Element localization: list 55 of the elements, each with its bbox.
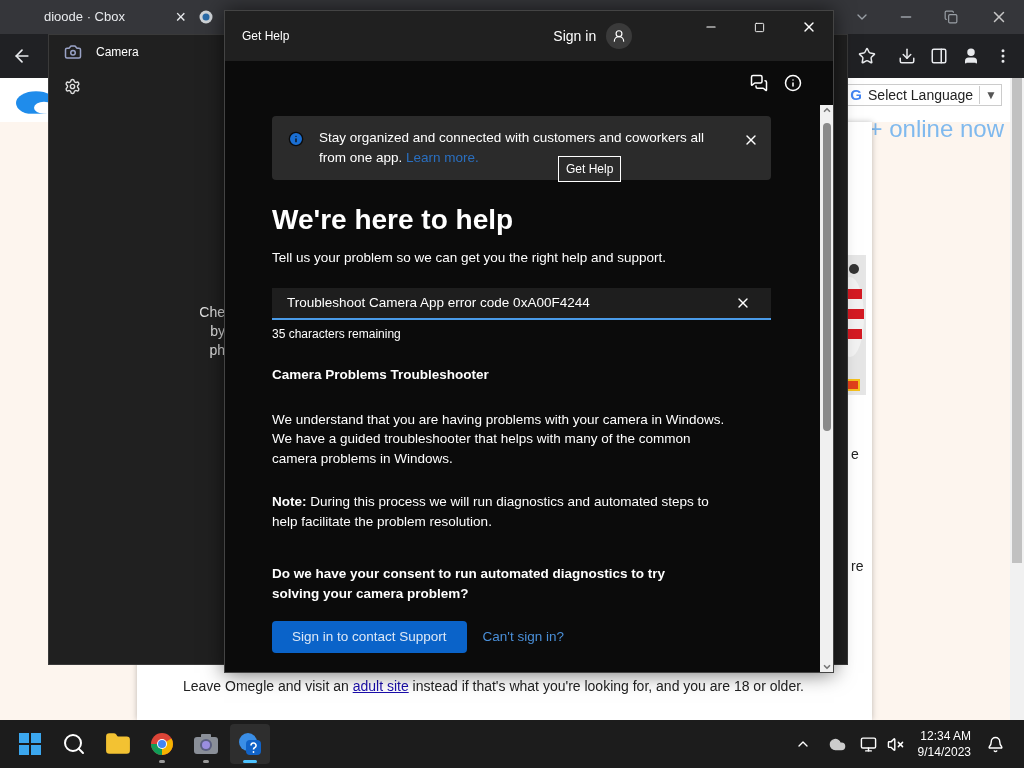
text-fragment: re <box>851 557 864 576</box>
notification-icon[interactable] <box>987 735 1004 753</box>
text-fragment: ph <box>209 341 225 360</box>
text-fragment: Che <box>199 303 225 322</box>
adult-site-link[interactable]: adult site <box>352 678 409 694</box>
browser-tab[interactable]: dioode · Cbox × <box>0 0 196 34</box>
tab-title: dioode · Cbox <box>44 8 125 27</box>
search-icon <box>62 732 86 756</box>
camera-icon <box>193 733 219 755</box>
volume-muted-icon[interactable] <box>886 735 904 753</box>
article-paragraph: Note: During this process we will run diagnostics and automated steps to help facilitate the problem resolution. <box>272 493 710 531</box>
text-fragment: by <box>210 322 225 341</box>
page-scrollbar[interactable] <box>1010 78 1024 720</box>
language-select[interactable]: G Select Language ▼ <box>845 84 1002 106</box>
sign-in-button[interactable]: Sign in <box>553 23 633 49</box>
article-title: Camera Problems Troubleshooter <box>272 366 490 385</box>
sign-in-support-button[interactable]: Sign in to contact Support <box>272 621 467 653</box>
text-fragment: e <box>851 445 859 464</box>
bookmark-star-icon[interactable] <box>858 47 876 65</box>
problem-input-field[interactable]: Troubleshoot Camera App error code 0xA00F4244 <box>272 288 771 321</box>
consent-question: Do we have your consent to run automated diagnostics to try solving your camera problem? <box>272 565 667 603</box>
profile-icon[interactable] <box>962 47 980 65</box>
clock-date: 9/14/2023 <box>917 744 971 760</box>
page-heading: We're here to help <box>272 203 515 237</box>
info-icon[interactable] <box>784 74 802 92</box>
site-favicon-icon <box>199 10 213 24</box>
cant-sign-in-link[interactable]: Can't sign in? <box>482 626 564 648</box>
subheading-text: Tell us your problem so we can get you the right help and support. <box>272 249 667 267</box>
scrollbar[interactable] <box>820 105 833 672</box>
scroll-up-icon[interactable] <box>821 105 832 115</box>
info-badge-icon <box>288 131 304 147</box>
chat-icon[interactable] <box>750 74 768 92</box>
notice-text: Leave Omegle and visit an adult site instead if that's what you're looking for, and you are 18 or older. <box>183 677 804 696</box>
scroll-down-icon[interactable] <box>821 662 832 672</box>
browser-logo-icon <box>150 732 174 756</box>
window-title: Camera <box>96 44 139 61</box>
character-counter: 35 characters remaining <box>272 326 402 344</box>
tooltip: Get Help <box>558 156 622 182</box>
camera-app-icon <box>64 43 82 61</box>
settings-icon[interactable] <box>64 78 81 95</box>
help-icon <box>237 731 263 757</box>
article-paragraph: We understand that you are having problems with your camera in Windows. We have a guided troubleshooter that helps with many of the common camera problems in Windows. <box>272 410 726 468</box>
download-icon[interactable] <box>898 47 916 65</box>
windows-logo-icon <box>18 732 42 756</box>
restore-icon[interactable] <box>944 10 958 24</box>
person-icon <box>612 29 627 43</box>
tab-close-button[interactable]: × <box>175 3 186 31</box>
window-title: Get Help <box>242 28 290 45</box>
side-panel-icon[interactable] <box>930 47 948 65</box>
taskbar-button[interactable] <box>230 724 270 764</box>
maximize-icon[interactable] <box>754 21 765 33</box>
clock[interactable]: 12:34 AM 9/14/2023 <box>917 728 971 760</box>
network-icon[interactable] <box>859 735 877 753</box>
folder-icon <box>105 731 131 757</box>
clock-time: 12:34 AM <box>920 728 971 744</box>
